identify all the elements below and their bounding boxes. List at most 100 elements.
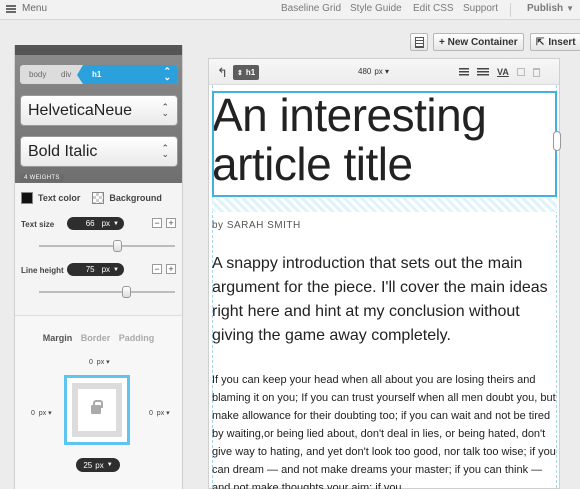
chevron-down-icon: ▼ — [106, 462, 113, 468]
font-family-select[interactable]: HelveticaNeue ⌃ ⌄ — [20, 95, 178, 126]
tab-padding[interactable]: Padding — [119, 333, 155, 343]
breadcrumb-body[interactable]: body — [29, 70, 46, 79]
document-view-button[interactable] — [410, 33, 428, 51]
margin-box — [64, 375, 130, 445]
breadcrumb-h1-label: h1 — [92, 70, 102, 79]
color-controls: Text color Background — [21, 192, 162, 204]
chevron-down-icon: ▼ — [566, 4, 575, 13]
line-height-value: 75 — [85, 265, 95, 274]
margin-left-value: 0 — [31, 410, 35, 417]
style-panel: body div h1 ⌃ ⌄ HelveticaNeue ⌃ ⌄ Bold Ita… — [14, 45, 183, 489]
support-link[interactable]: Support — [463, 3, 498, 14]
insert-button[interactable]: ⇱ Insert — [530, 33, 580, 51]
breadcrumb-div[interactable]: div — [61, 70, 71, 79]
margin-top-value: 0 — [89, 359, 93, 366]
intro-paragraph[interactable]: A snappy introduction that sets out the … — [212, 252, 558, 348]
element-tag-label: h1 — [245, 68, 256, 77]
text-size-label: Text size — [21, 220, 55, 229]
breadcrumb-h1[interactable]: h1 ⌃ ⌄ — [77, 65, 178, 84]
unit-label: px — [95, 460, 104, 470]
lock-icon[interactable] — [91, 400, 103, 414]
background-label: Background — [109, 193, 162, 203]
text-size-unit: px — [101, 219, 111, 228]
line-height-unit: px — [101, 265, 111, 274]
alignment-tools: VA — [459, 67, 540, 77]
unit-label: px — [38, 410, 47, 417]
insert-icon: ⇱ — [536, 36, 545, 48]
margin-indicator — [212, 198, 557, 212]
font-weight-value: Bold Italic — [28, 143, 98, 160]
new-container-label: + New Container — [439, 36, 518, 48]
align-left-icon[interactable] — [459, 67, 469, 77]
width-field[interactable]: 480 px ▾ — [358, 67, 389, 76]
edit-css-link[interactable]: Edit CSS — [413, 3, 454, 14]
line-height-decrement[interactable]: − — [152, 264, 162, 274]
text-size-value: 66 — [85, 219, 95, 228]
text-size-increment[interactable]: + — [166, 218, 176, 228]
duplicate-icon[interactable] — [516, 68, 525, 76]
font-family-value: HelveticaNeue — [28, 102, 133, 119]
font-weight-select[interactable]: Bold Italic ⌃ ⌄ — [20, 136, 178, 167]
chevron-updown-icon: ⌃ ⌄ — [163, 66, 171, 82]
breadcrumb: body div h1 ⌃ ⌄ — [20, 65, 178, 84]
unit-label: px — [96, 359, 105, 366]
line-height-increment[interactable]: + — [166, 264, 176, 274]
hamburger-icon — [6, 4, 16, 13]
text-size-slider[interactable] — [39, 240, 175, 252]
text-color-swatch[interactable] — [21, 192, 33, 204]
text-size-decrement[interactable]: − — [152, 218, 162, 228]
vertical-align-icon[interactable]: VA — [497, 67, 509, 77]
slider-thumb[interactable] — [113, 240, 122, 252]
select-parent-icon[interactable]: ↰ — [217, 65, 228, 81]
line-height-field[interactable]: 75 px ▼ — [67, 263, 124, 276]
divider — [510, 3, 511, 17]
chevron-updown-icon: ⇕ — [237, 69, 243, 77]
chevron-updown-icon: ⌃ ⌄ — [161, 143, 169, 159]
selected-element-outline — [212, 91, 561, 197]
top-bar: Menu Baseline Grid Style Guide Edit CSS … — [0, 0, 580, 20]
margin-bottom-field[interactable]: 25 px ▼ — [76, 458, 120, 472]
margin-right-value: 0 — [149, 410, 153, 417]
chevron-down-icon: ▾ — [166, 410, 170, 417]
page-canvas: ↰ ⇕ h1 480 px ▾ VA An interesting article… — [208, 58, 561, 489]
trash-icon[interactable] — [532, 67, 540, 77]
style-guide-link[interactable]: Style Guide — [350, 3, 402, 14]
baseline-grid-link[interactable]: Baseline Grid — [281, 3, 341, 14]
unit-label: px — [156, 410, 165, 417]
insert-label: Insert — [548, 36, 576, 48]
margin-left-field[interactable]: 0 px ▾ — [31, 409, 52, 417]
box-tabs: Margin Border Padding — [15, 333, 182, 343]
publish-label: Publish — [527, 3, 564, 14]
element-box — [72, 383, 122, 437]
menu-label: Menu — [22, 3, 48, 14]
box-model-section: Margin Border Padding 0 px ▾ 0 px ▾ 0 px… — [15, 315, 182, 489]
chevron-down-icon: ▼ — [113, 220, 119, 227]
justify-icon[interactable] — [477, 67, 489, 77]
menu-button[interactable]: Menu — [6, 3, 47, 14]
text-color-label: Text color — [38, 193, 81, 203]
line-height-slider[interactable] — [39, 286, 175, 298]
publish-button[interactable]: Publish ▼ — [527, 3, 574, 14]
new-container-button[interactable]: + New Container — [433, 33, 524, 51]
resize-handle[interactable] — [553, 131, 561, 151]
chevron-down-icon: ▾ — [106, 359, 110, 366]
margin-top-field[interactable]: 0 px ▾ — [89, 358, 110, 366]
tab-border[interactable]: Border — [81, 333, 111, 343]
panel-header — [15, 45, 182, 55]
margin-right-field[interactable]: 0 px ▾ — [149, 409, 170, 417]
tab-margin[interactable]: Margin — [43, 333, 73, 343]
byline[interactable]: by SARAH SMITH — [212, 220, 301, 231]
line-height-label: Line height — [21, 266, 64, 275]
slider-thumb[interactable] — [122, 286, 131, 298]
body-paragraph[interactable]: If you can keep your head when all about… — [212, 371, 558, 489]
chevron-down-icon: ▾ — [48, 410, 52, 417]
element-tag-select[interactable]: ⇕ h1 — [233, 65, 260, 80]
chevron-updown-icon: ⌃ ⌄ — [161, 102, 169, 118]
background-swatch[interactable] — [92, 192, 105, 204]
font-section: body div h1 ⌃ ⌄ HelveticaNeue ⌃ ⌄ Bold Ita… — [15, 55, 182, 183]
text-size-field[interactable]: 66 px ▼ — [67, 217, 124, 230]
weights-badge: 4 WEIGHTS — [20, 174, 64, 182]
document-icon — [414, 36, 424, 48]
chevron-down-icon: ▾ — [385, 67, 390, 76]
chevron-down-icon: ▼ — [113, 266, 119, 273]
